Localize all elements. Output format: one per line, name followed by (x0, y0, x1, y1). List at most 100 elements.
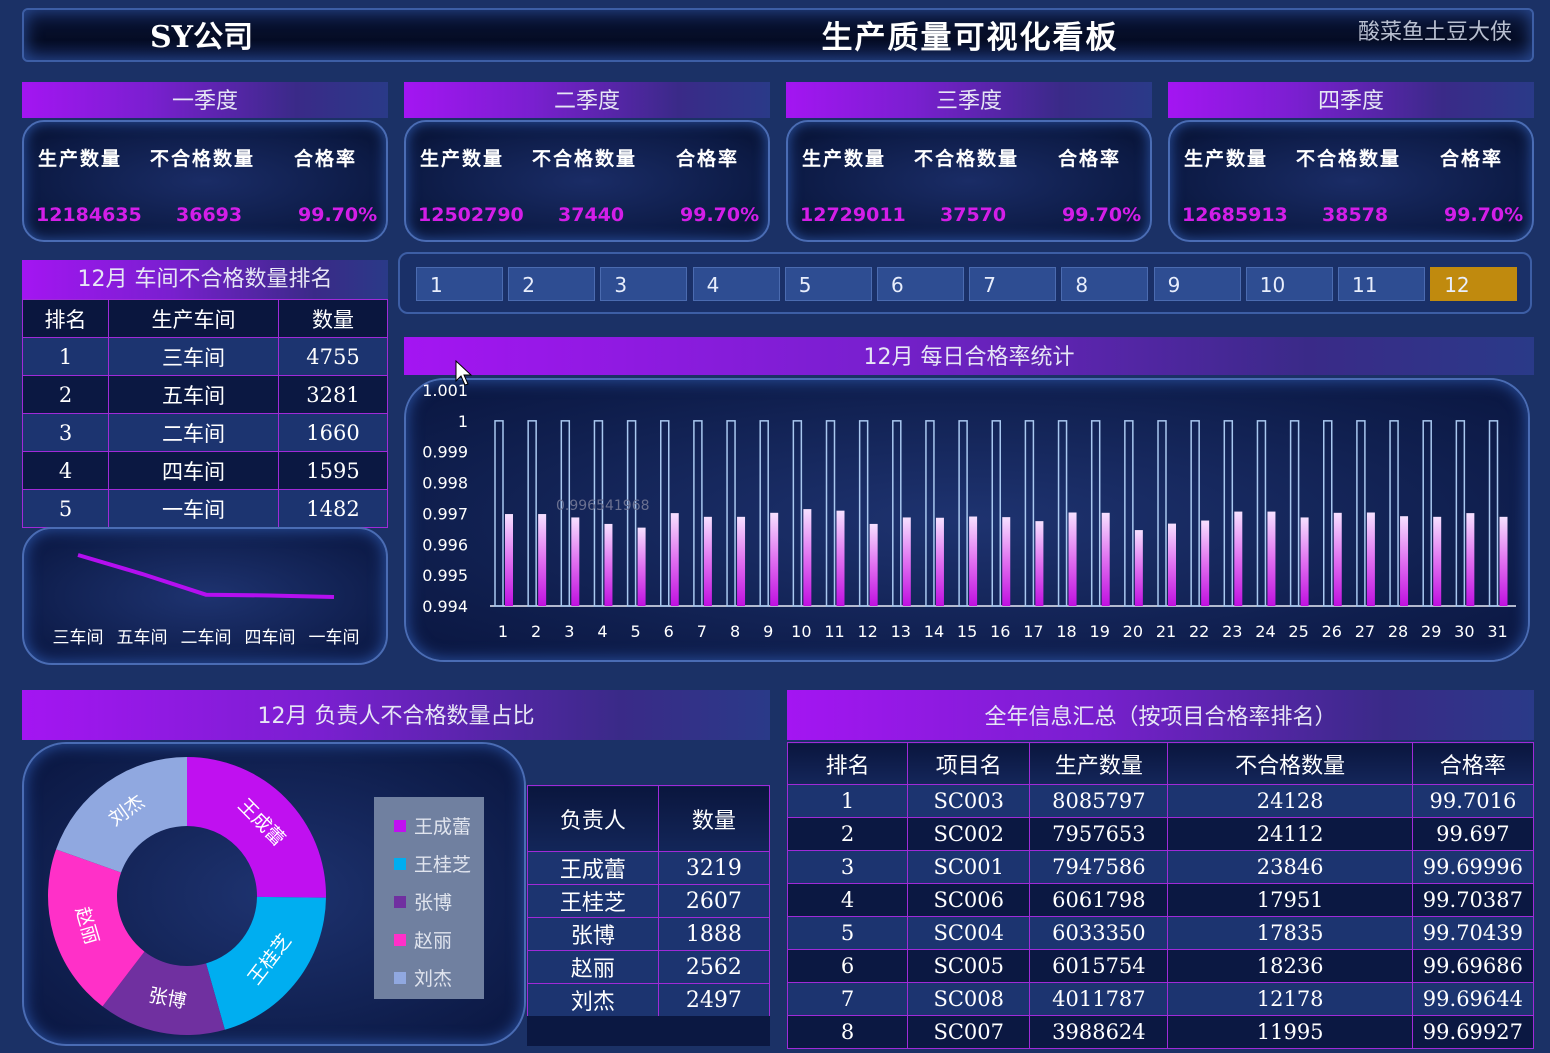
table-row: 刘杰 2497 (527, 983, 771, 1017)
quarter-pass_rate-label: 合格率 (294, 148, 358, 170)
month-tab-3[interactable]: 3 (600, 267, 688, 301)
x-tick-label: 28 (1388, 622, 1408, 641)
table-row: 3 二车间 1660 (21, 413, 388, 452)
legend-swatch (394, 858, 406, 870)
bar-outline (1024, 420, 1035, 607)
month-tab-4[interactable]: 4 (692, 267, 780, 301)
table-cell: 5 (21, 489, 110, 528)
bar-outline (494, 420, 504, 607)
legend-item: 张博 (394, 888, 452, 915)
bar-outline (1124, 420, 1134, 607)
bar-outline (1223, 420, 1234, 607)
x-tick-label: 14 (924, 622, 944, 641)
table-cell: 五车间 (108, 375, 280, 414)
bar (1433, 516, 1442, 606)
table-cell: 2562 (657, 950, 771, 984)
bar-outline (792, 420, 803, 607)
table-cell: 1 (21, 337, 110, 376)
bar (571, 517, 580, 606)
table-cell: 99.69996 (1411, 850, 1535, 884)
column-header: 项目名 (907, 742, 1031, 785)
x-tick-label: 29 (1421, 622, 1441, 641)
table-cell: 99.69686 (1411, 949, 1535, 983)
bar-outline (1323, 420, 1333, 607)
x-tick-label: 三车间 (53, 628, 104, 648)
month-tab-10[interactable]: 10 (1245, 267, 1333, 301)
table-cell: 4011787 (1029, 982, 1169, 1016)
x-tick-label: 10 (791, 622, 811, 641)
bar-outline (759, 420, 769, 607)
bar-outline (1057, 420, 1068, 607)
column-header: 生产车间 (108, 299, 280, 338)
bar (604, 523, 613, 606)
x-tick-label: 一车间 (309, 628, 360, 648)
month-tab-11[interactable]: 11 (1338, 267, 1425, 301)
table-cell: SC005 (907, 949, 1031, 983)
daily-chart-title: 12月 每日合格率统计 (404, 337, 1534, 375)
month-tab-bar: 1 2 3 4 5 6 7 8 9 10 11 12 (398, 252, 1532, 314)
month-tab-7[interactable]: 7 (969, 267, 1057, 301)
bar (1234, 511, 1243, 606)
month-tab-6[interactable]: 6 (877, 267, 964, 301)
table-row: 1 三车间 4755 (21, 337, 388, 376)
bar (1101, 512, 1110, 606)
bar (1068, 512, 1077, 606)
x-tick-label: 4 (597, 622, 607, 641)
table-row: 8 SC007 3988624 11995 99.69927 (786, 1015, 1535, 1049)
table-cell: 5 (786, 916, 909, 950)
bar (1300, 517, 1309, 606)
table-cell: SC003 (907, 784, 1031, 818)
bar (1035, 521, 1044, 606)
bar-outline (825, 420, 836, 607)
bar (1002, 517, 1011, 606)
bar (670, 513, 679, 606)
bar-outline (958, 420, 968, 607)
bar (1400, 516, 1409, 606)
series-line (77, 553, 335, 599)
bar-outline (1455, 420, 1466, 607)
workshop-rank-table: 排名 生产车间 数量 1 三车间 4755 2 五车间 3281 3 二车间 1660 4 四车间 1… (21, 299, 388, 528)
table-cell: 1482 (278, 489, 388, 528)
legend-label: 赵丽 (414, 930, 453, 952)
pie-legend: 王成蕾 王桂芝 张博 赵丽 刘杰 (374, 797, 484, 999)
daily-pass-rate-chart: 0.9940.9950.9960.9970.9980.99911.0011 2 3 4… (422, 381, 1516, 641)
quarter-pass_rate-value: 99.70% (1444, 204, 1524, 226)
bar-outline (1090, 420, 1101, 607)
table-cell: 4 (21, 451, 110, 490)
bar (1267, 511, 1276, 606)
x-tick-label: 8 (730, 622, 740, 641)
x-tick-label: 26 (1322, 622, 1342, 641)
quarter-title: 三季度 (786, 82, 1152, 118)
table-cell: 赵丽 (527, 950, 659, 984)
month-tab-2[interactable]: 2 (508, 267, 596, 301)
x-tick-label: 13 (891, 622, 911, 641)
bar-outline (1389, 420, 1399, 607)
table-row: 张博 1888 (527, 917, 771, 951)
table-row: 6 SC005 6015754 18236 99.69686 (786, 949, 1535, 983)
table-cell: 7957653 (1029, 817, 1169, 851)
month-tab-12[interactable]: 12 (1430, 267, 1518, 301)
quarter-production-label: 生产数量 (802, 148, 887, 170)
x-tick-label: 19 (1090, 622, 1110, 641)
month-tab-5[interactable]: 5 (784, 267, 872, 301)
quarter-production-label: 生产数量 (38, 148, 123, 170)
table-cell: 99.70439 (1411, 916, 1535, 950)
table-row: 3 SC001 7947586 23846 99.69996 (786, 850, 1535, 884)
table-cell: 24112 (1167, 817, 1413, 851)
table-row: 5 一车间 1482 (21, 489, 388, 528)
quarter-title: 四季度 (1168, 82, 1534, 118)
x-tick-label: 2 (531, 622, 541, 641)
month-tab-8[interactable]: 8 (1061, 267, 1149, 301)
bar-outline (660, 420, 670, 607)
quarter-defects-label: 不合格数量 (532, 148, 638, 170)
bar (902, 517, 911, 606)
summary-table: 排名 项目名 生产数量 不合格数量 合格率 1 SC003 8085797 24128 99.7… (786, 742, 1535, 1049)
table-cell: 6033350 (1029, 916, 1169, 950)
bar-outline (726, 420, 736, 607)
month-tab-1[interactable]: 1 (416, 267, 503, 301)
table-cell: 8085797 (1029, 784, 1169, 818)
quarter-title: 一季度 (22, 82, 388, 118)
quarter-production-value: 12729011 (800, 204, 906, 226)
month-tab-9[interactable]: 9 (1153, 267, 1241, 301)
table-cell: 3 (21, 413, 110, 452)
